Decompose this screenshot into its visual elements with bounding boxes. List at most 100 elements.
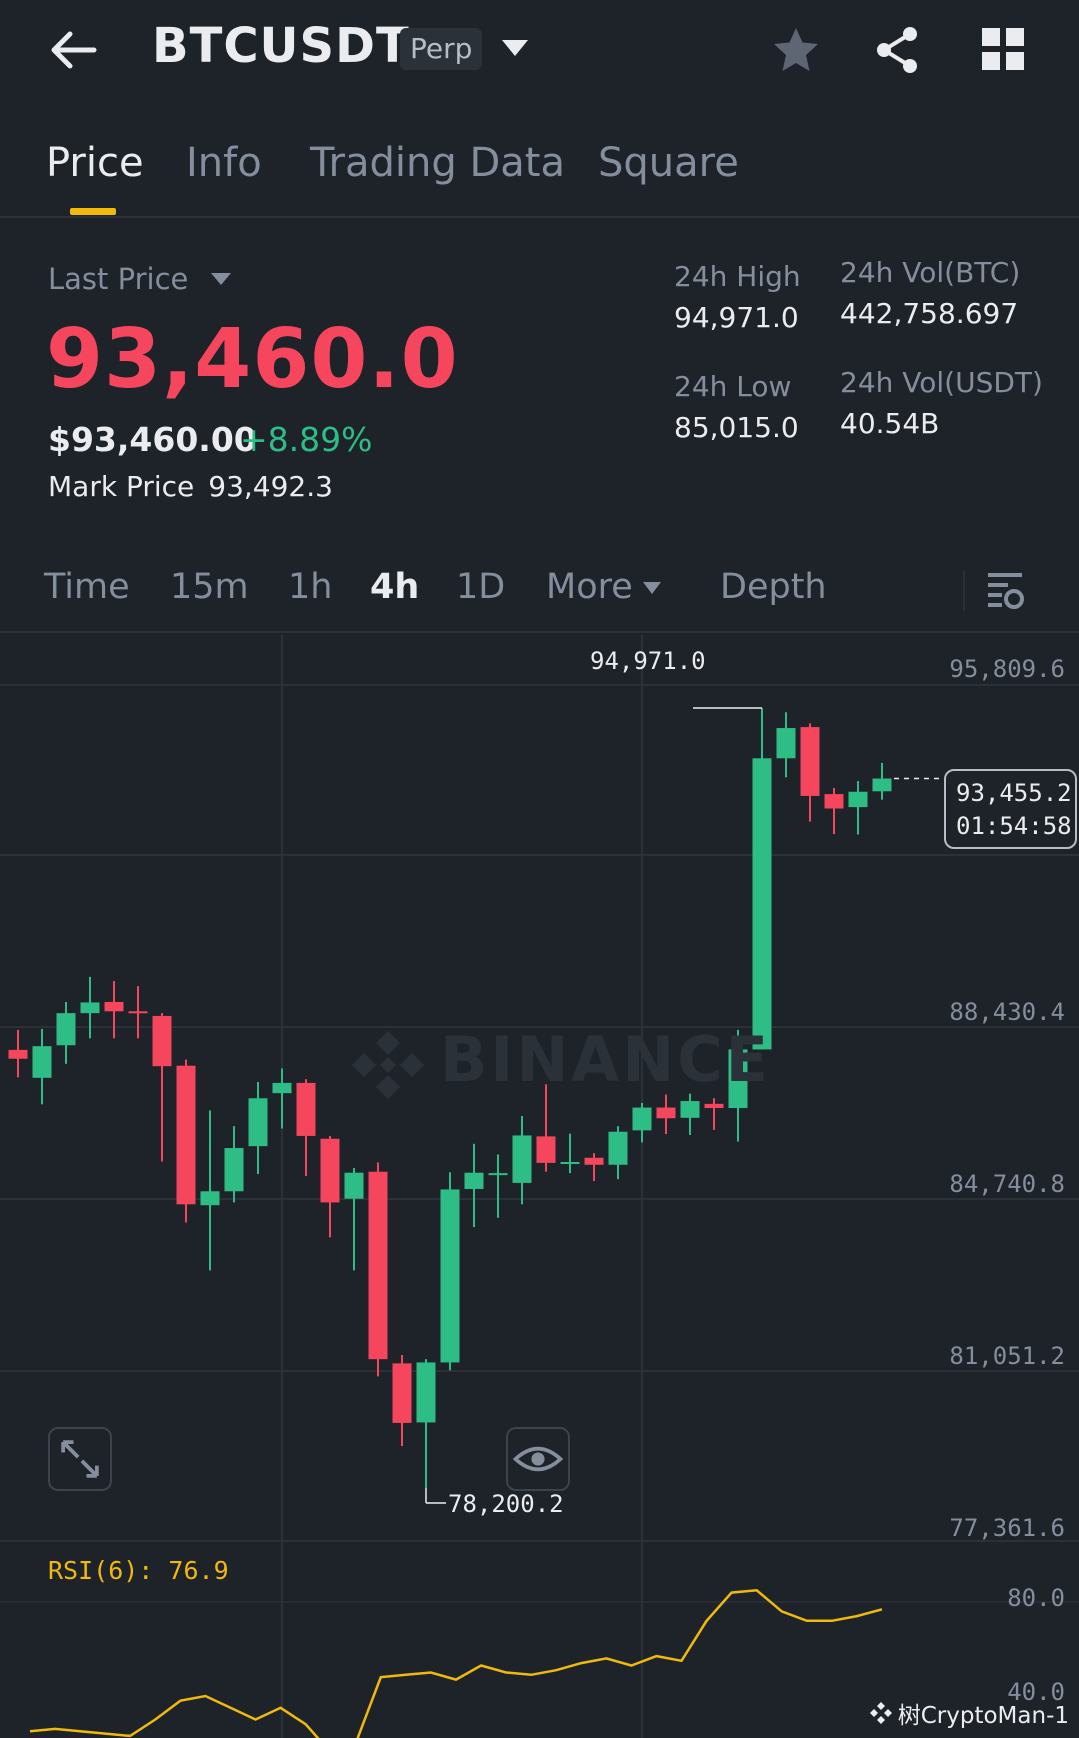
rsi-panel[interactable]: RSI(6): 76.9 80.0 40.0 树CryptoMan-1 [0,1540,1079,1738]
stat-value: 85,015.0 [674,411,799,444]
caret-down-icon[interactable] [210,272,232,286]
share-icon[interactable] [872,24,924,76]
candle-body [800,727,820,796]
rsi-label: RSI(6): 76.9 [48,1556,229,1585]
interval-time[interactable]: Time [44,567,130,607]
candle-body [560,1161,580,1164]
y-tick-label: 95,809.6 [949,655,1065,683]
rsi-y-tick: 80.0 [1007,1584,1065,1612]
last-price-label[interactable]: Last Price [48,262,188,296]
candle-body [344,1172,364,1199]
stat-24h-high: 24h High 94,971.0 [674,260,801,334]
interval-1d[interactable]: 1D [456,567,505,607]
chart-settings-icon[interactable] [986,569,1026,613]
candle-body [224,1148,244,1192]
binance-logo-icon [869,1702,892,1724]
stat-label: 24h Vol(USDT) [840,366,1043,399]
mark-price-value: 93,492.3 [208,470,333,503]
candle-body [104,1001,124,1012]
candle-body [488,1173,508,1176]
binance-logo-watermark [352,1031,424,1099]
candle-body [680,1101,700,1118]
interval-15m[interactable]: 15m [170,567,249,607]
candle-body [824,794,844,809]
current-price-value: 93,455.2 [956,779,1072,807]
candle-countdown: 01:54:58 [956,812,1072,840]
candlestick-chart[interactable]: BINANCE 95,809.6 88,430.4 84,740.8 81,05… [0,635,1079,1542]
candle-body [632,1107,652,1131]
y-tick-label: 81,051.2 [949,1342,1065,1370]
credit-text: 树CryptoMan-1 [897,1703,1069,1729]
grid-icon[interactable] [980,26,1026,72]
eye-icon[interactable] [506,1427,570,1491]
rsi-line [29,1589,883,1738]
divider [963,571,965,611]
watermark-text: BINANCE [440,1023,771,1096]
candle-body [56,1013,76,1046]
active-tab-indicator [70,208,116,215]
candle-body [8,1049,28,1059]
candle-body [848,791,868,808]
candle-body [272,1082,292,1094]
candle-body [368,1171,388,1360]
stat-24h-vol-btc: 24h Vol(BTC) 442,758.697 [840,256,1020,330]
candle-body [440,1189,460,1363]
mark-price: Mark Price 93,492.3 [48,470,333,503]
tab-trading-data[interactable]: Trading Data [310,140,565,186]
low-marker-label: 78,200.2 [448,1490,564,1518]
current-price-tag: 93,455.2 01:54:58 [944,769,1077,849]
candle-body [152,1015,172,1067]
symbol-title[interactable]: BTCUSDT [152,18,410,74]
last-price-value: 93,460.0 [46,312,459,407]
interval-1h[interactable]: 1h [288,567,332,607]
candle-body [656,1107,676,1119]
caret-down-icon[interactable] [642,581,662,595]
star-icon[interactable] [770,24,822,76]
tab-price[interactable]: Price [46,140,144,186]
caret-down-icon[interactable] [500,36,530,60]
candle-body [80,1002,100,1014]
change-percent: +8.89% [240,420,373,459]
stat-label: 24h High [674,260,801,293]
y-tick-label: 84,740.8 [949,1170,1065,1198]
candle-body [512,1135,532,1183]
interval-depth[interactable]: Depth [720,567,827,607]
interval-bar: Time 15m 1h 4h 1D More Depth [0,555,1079,633]
candle-body [584,1157,604,1165]
candle-body [416,1362,436,1423]
candle-body [872,778,892,792]
usd-price: $93,460.00 [48,420,257,459]
stat-label: 24h Vol(BTC) [840,256,1021,289]
tab-info[interactable]: Info [186,140,262,186]
stat-value: 94,971.0 [674,301,799,334]
candle-body [776,728,796,759]
candle-body [392,1363,412,1423]
y-tick-label: 88,430.4 [949,998,1065,1026]
candle-body [128,1011,148,1014]
candle-body [704,1103,724,1109]
candle-body [464,1172,484,1189]
candle-body [200,1191,220,1206]
interval-4h[interactable]: 4h [370,567,419,607]
back-arrow-icon[interactable] [44,22,100,78]
candle-body [296,1082,316,1136]
candle-body [248,1098,268,1147]
candle-body [752,758,772,1050]
candle-body [32,1046,52,1078]
expand-icon[interactable] [48,1427,112,1491]
y-tick-label: 77,361.6 [949,1514,1065,1542]
interval-more[interactable]: More [546,567,633,607]
candle-body [536,1136,556,1163]
tab-square[interactable]: Square [598,140,739,186]
main-tabs: Price Info Trading Data Square [0,130,1079,218]
candle-body [608,1131,628,1165]
candle-body [176,1065,196,1205]
stat-value: 40.54B [840,407,940,440]
stat-24h-vol-usdt: 24h Vol(USDT) 40.54B [840,366,1043,440]
stat-label: 24h Low [674,370,792,403]
stat-24h-low: 24h Low 85,015.0 [674,370,799,444]
top-bar: BTCUSDT Perp [0,0,1079,100]
high-marker-label: 94,971.0 [590,647,706,675]
creator-credit: 树CryptoMan-1 [868,1696,1069,1730]
stat-value: 442,758.697 [840,297,1019,330]
